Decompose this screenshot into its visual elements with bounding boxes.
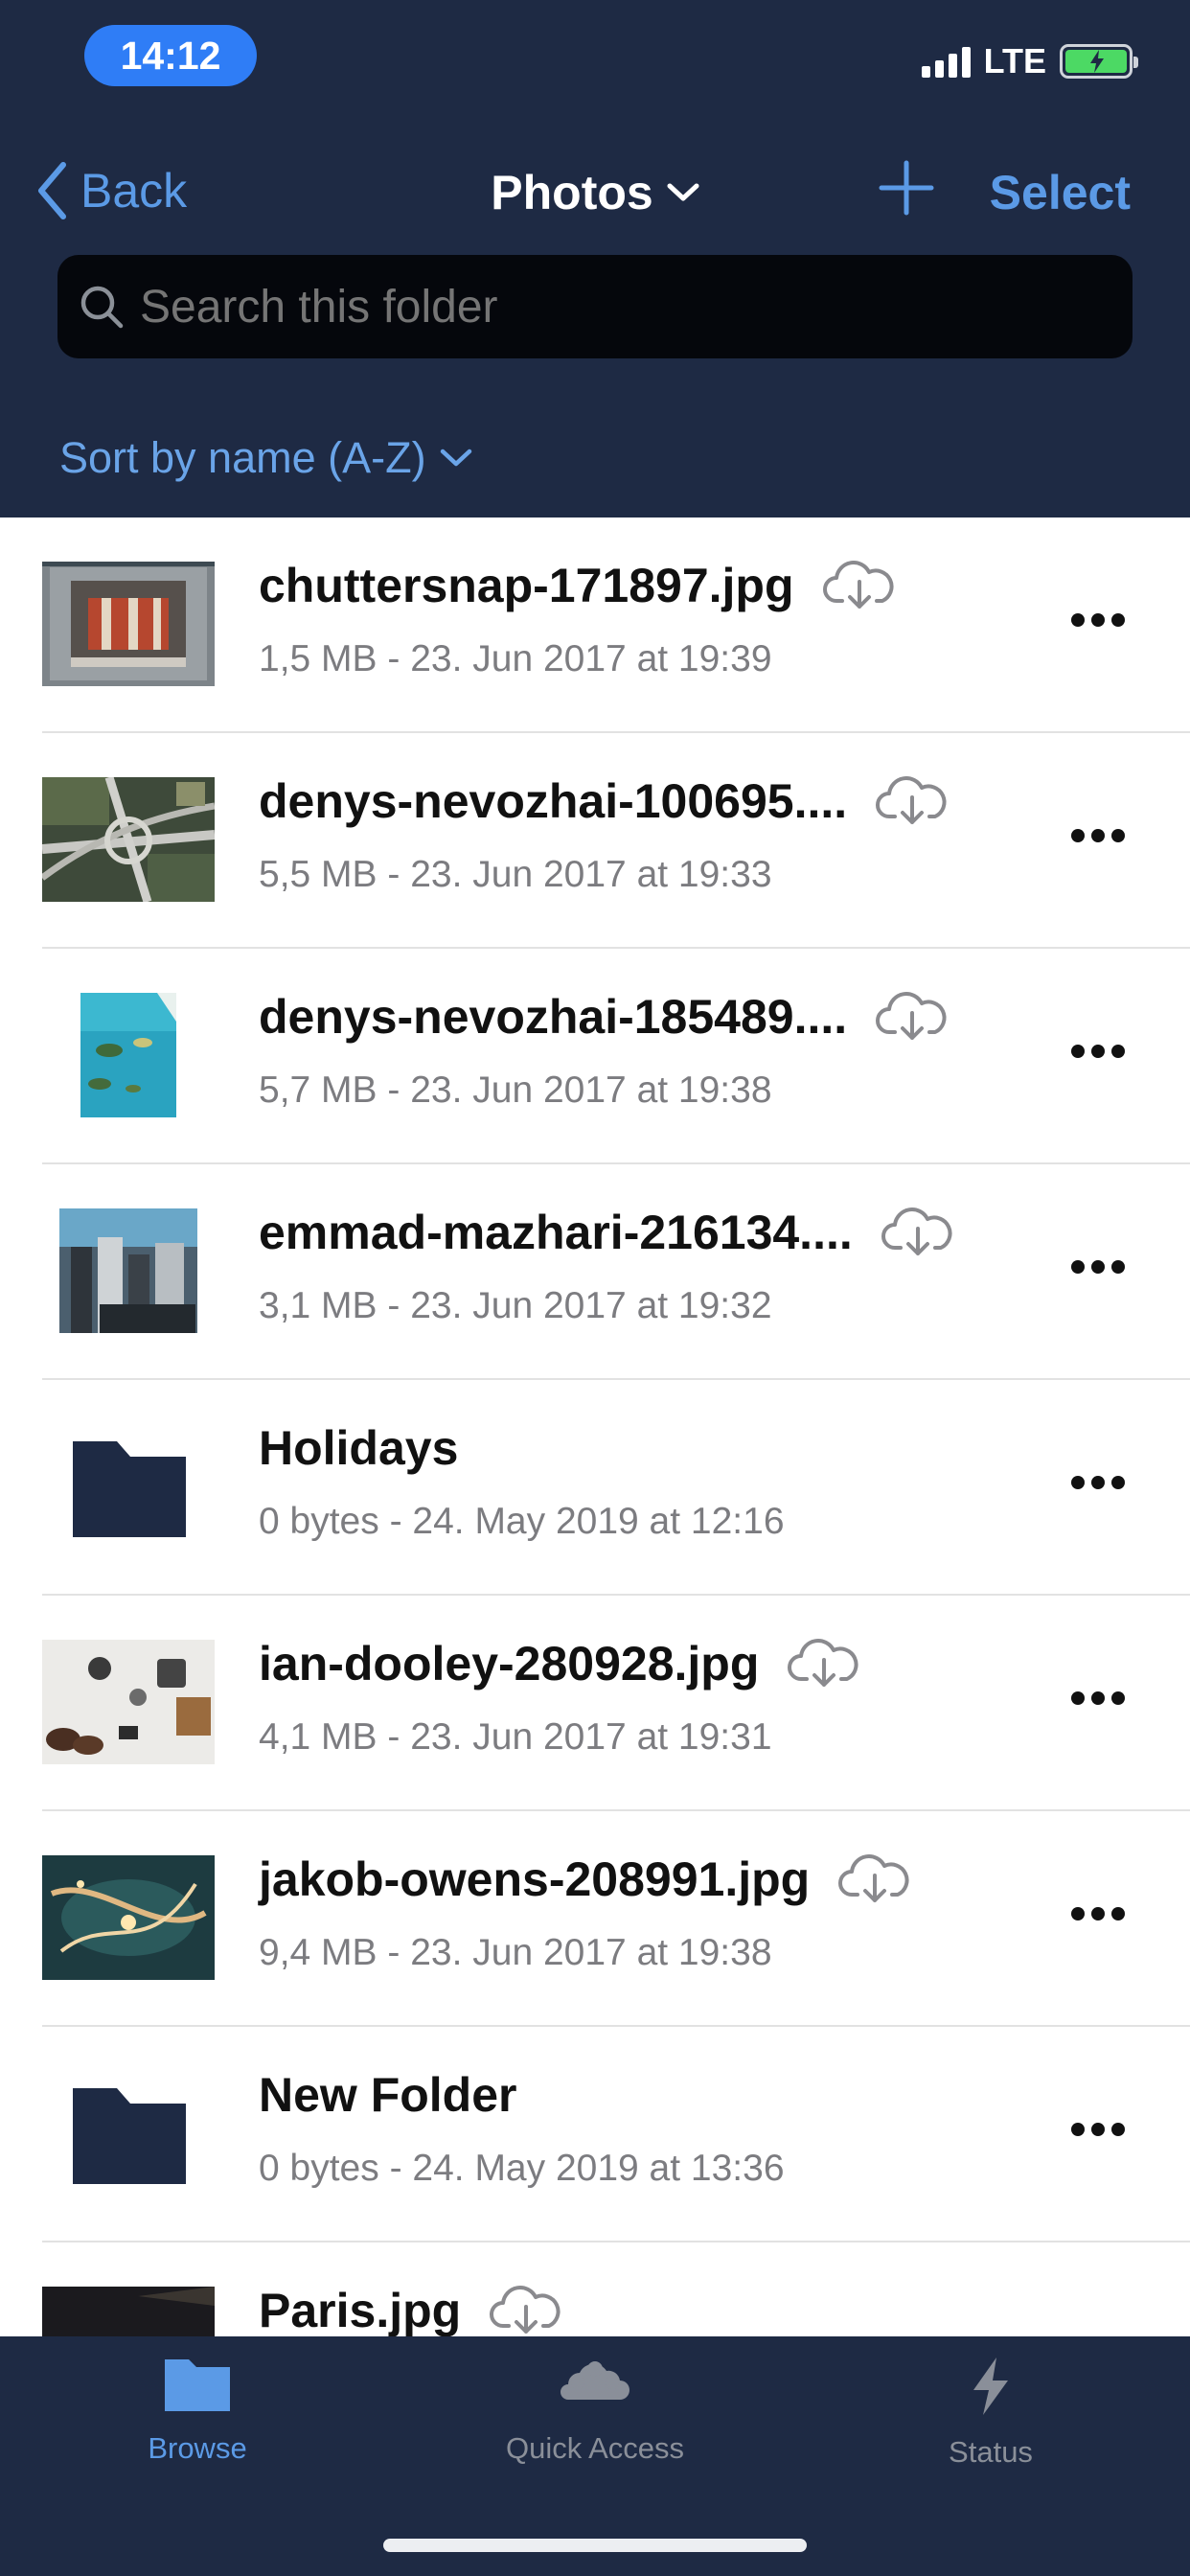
header: 14:12 LTE Back Photos Select Search this… [0,0,1190,518]
list-item[interactable]: chuttersnap-171897.jpg 1,5 MB - 23. Jun … [0,518,1190,733]
file-name: emmad-mazhari-216134.... [259,1206,853,1259]
file-thumbnail [42,1855,215,1980]
file-name: ian-dooley-280928.jpg [259,1637,760,1690]
network-type: LTE [983,41,1046,80]
file-name: New Folder [259,2068,517,2122]
search-bar[interactable] [57,255,1133,358]
folder-icon [42,2071,215,2196]
tab-label: Status [949,2435,1033,2469]
tab-label: Browse [148,2431,247,2465]
file-meta: 1,5 MB - 23. Jun 2017 at 19:39 [259,638,772,679]
file-meta: 4,1 MB - 23. Jun 2017 at 19:31 [259,1716,772,1758]
file-thumbnail [42,1640,215,1764]
list-item[interactable]: denys-nevozhai-100695.... 5,5 MB - 23. J… [0,733,1190,949]
more-options-button[interactable] [1071,613,1125,627]
more-options-button[interactable] [1071,1907,1125,1920]
chevron-down-icon [440,448,471,467]
cloud-download-icon[interactable] [838,1852,911,1906]
list-item[interactable]: Holidays 0 bytes - 24. May 2019 at 12:16 [0,1380,1190,1596]
file-thumbnail [42,562,215,686]
battery-icon [1060,44,1138,79]
file-thumbnail [42,1208,215,1333]
file-name: Paris.jpg [259,2284,462,2337]
status-indicators: LTE [921,41,1138,80]
more-options-button[interactable] [1071,1260,1125,1274]
file-list: chuttersnap-171897.jpg 1,5 MB - 23. Jun … [0,518,1190,2458]
page-title: Photos [491,166,653,219]
navigation-bar: Back Photos Select [0,153,1190,230]
file-thumbnail [42,993,215,1117]
file-name: Holidays [259,1421,459,1475]
file-name: jakob-owens-208991.jpg [259,1852,811,1906]
file-name: denys-nevozhai-185489.... [259,990,848,1044]
file-thumbnail [39,775,216,904]
file-meta: 5,5 MB - 23. Jun 2017 at 19:33 [259,854,772,895]
folder-icon [42,1424,215,1549]
cloud-download-icon[interactable] [490,2284,562,2337]
sort-dropdown[interactable]: Sort by name (A-Z) [59,433,472,483]
sort-label: Sort by name (A-Z) [59,433,426,482]
more-options-button[interactable] [1071,1691,1125,1705]
file-meta: 9,4 MB - 23. Jun 2017 at 19:38 [259,1932,772,1973]
folder-icon [165,2359,230,2411]
add-button[interactable] [878,159,935,221]
cloud-download-icon[interactable] [788,1637,860,1690]
list-item[interactable]: emmad-mazhari-216134.... 3,1 MB - 23. Ju… [0,1164,1190,1380]
file-name: chuttersnap-171897.jpg [259,559,794,612]
lightning-icon [973,2358,1008,2415]
signal-icon [921,45,971,78]
search-input[interactable] [140,280,1098,334]
cloud-download-icon[interactable] [876,774,949,828]
file-meta: 0 bytes - 24. May 2019 at 13:36 [259,2148,785,2189]
chevron-down-icon [667,183,699,201]
more-options-button[interactable] [1071,1476,1125,1489]
list-item[interactable]: denys-nevozhai-185489.... 5,7 MB - 23. J… [0,949,1190,1164]
more-options-button[interactable] [1071,2123,1125,2136]
list-item[interactable]: jakob-owens-208991.jpg 9,4 MB - 23. Jun … [0,1811,1190,2027]
file-name: denys-nevozhai-100695.... [259,774,848,828]
list-item[interactable]: ian-dooley-280928.jpg 4,1 MB - 23. Jun 2… [0,1596,1190,1811]
file-meta: 0 bytes - 24. May 2019 at 12:16 [259,1501,785,1542]
cloud-download-icon[interactable] [876,990,949,1044]
cloud-icon [561,2361,629,2400]
home-indicator [383,2539,807,2552]
tab-quick-access[interactable]: Quick Access [451,2356,739,2466]
tab-status[interactable]: Status [847,2356,1134,2470]
select-button[interactable]: Select [990,165,1131,220]
more-options-button[interactable] [1071,829,1125,842]
search-icon [80,286,124,329]
plus-icon [879,160,934,216]
list-item[interactable]: New Folder 0 bytes - 24. May 2019 at 13:… [0,2027,1190,2242]
cloud-download-icon[interactable] [822,559,896,612]
file-meta: 3,1 MB - 23. Jun 2017 at 19:32 [259,1285,772,1326]
tab-browse[interactable]: Browse [54,2356,341,2466]
more-options-button[interactable] [1071,1045,1125,1058]
cloud-download-icon[interactable] [881,1206,954,1259]
status-time: 14:12 [84,25,257,86]
file-meta: 5,7 MB - 23. Jun 2017 at 19:38 [259,1070,772,1111]
tab-label: Quick Access [505,2431,685,2465]
